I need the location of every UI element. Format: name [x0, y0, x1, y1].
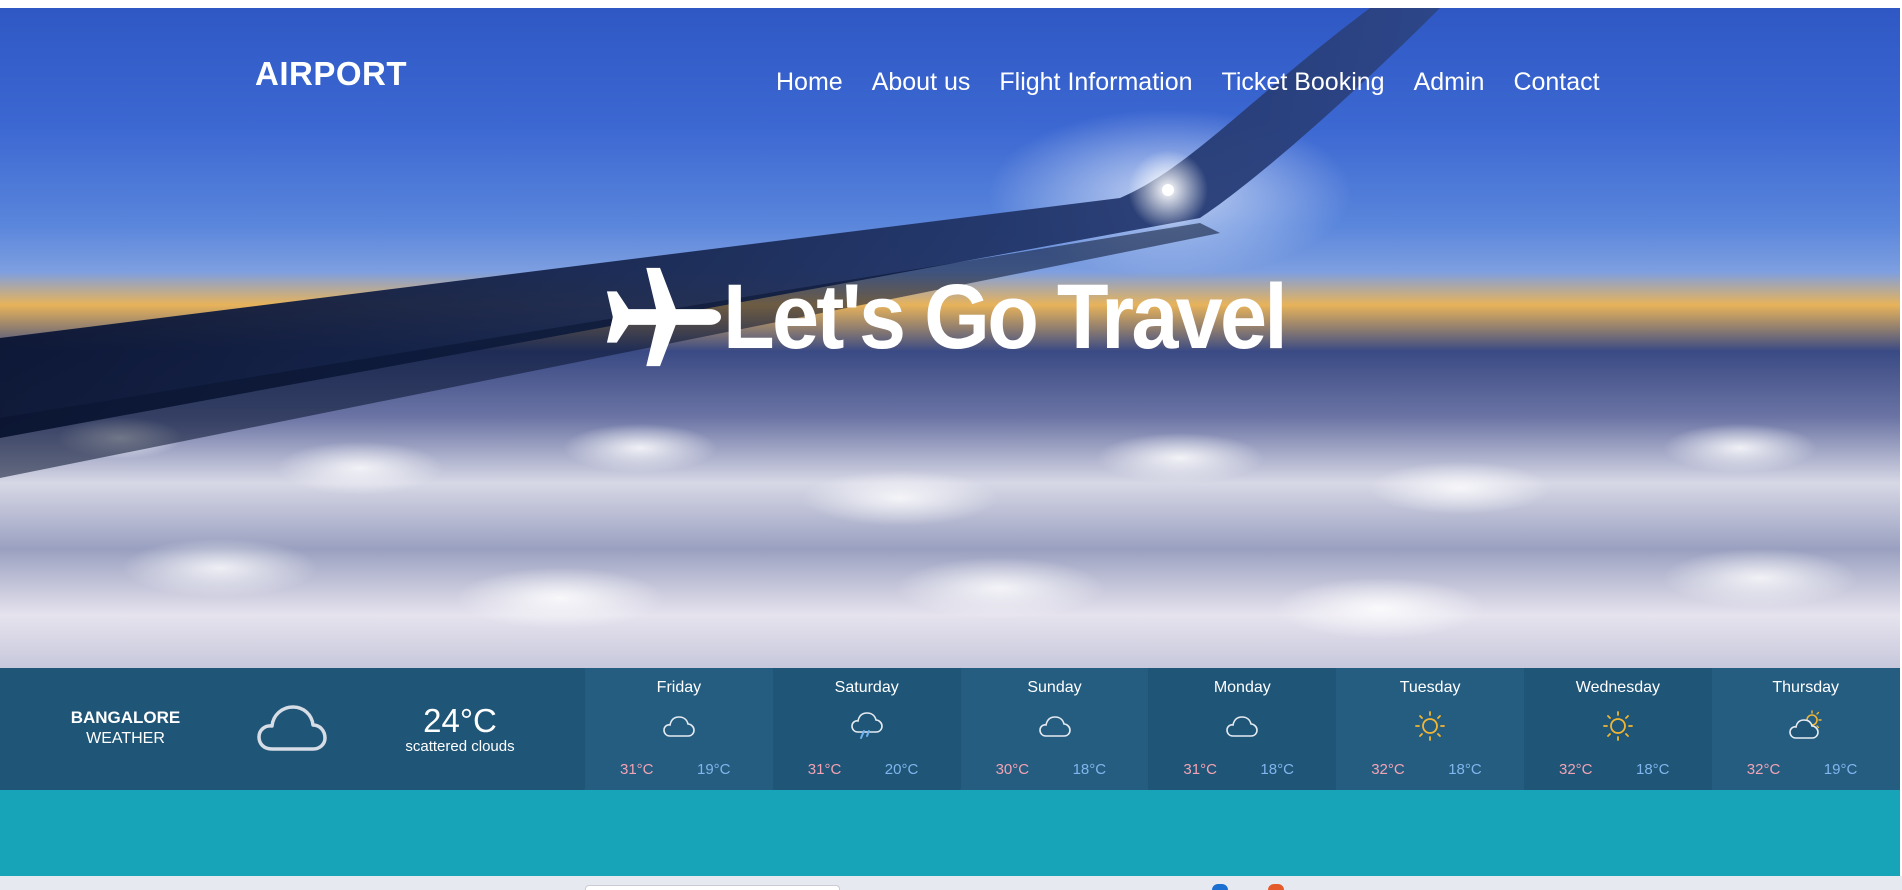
forecast-low: 18°C: [1635, 761, 1670, 778]
current-temperature: 24°C: [423, 702, 497, 739]
forecast-high: 32°C: [1746, 761, 1781, 778]
browser-top-strip: [0, 0, 1902, 8]
content-band: [0, 790, 1900, 876]
nav-admin[interactable]: Admin: [1414, 68, 1485, 97]
taskbar-search-box[interactable]: [585, 885, 840, 890]
forecast-day: Friday 31°C 19°C: [585, 668, 773, 790]
nav-flight-information[interactable]: Flight Information: [999, 68, 1192, 97]
forecast-day: Wednesday 32°C 18°C: [1523, 668, 1712, 790]
forecast-low: 18°C: [1448, 761, 1482, 778]
cloud-icon: [1226, 716, 1259, 737]
forecast-day: Thursday 32°C 19°C: [1711, 668, 1900, 790]
forecast-high: 31°C: [807, 761, 842, 778]
weather-label: WEATHER: [86, 730, 165, 747]
rain-cloud-icon: [850, 712, 883, 739]
forecast-high: 30°C: [995, 761, 1030, 778]
taskbar-app-icon[interactable]: [1212, 884, 1228, 890]
forecast-day-name: Saturday: [834, 679, 899, 696]
forecast-high: 31°C: [620, 761, 654, 778]
headline-text: Let's Go Travel: [723, 265, 1288, 368]
nav-about-us[interactable]: About us: [872, 68, 971, 97]
nav-contact[interactable]: Contact: [1513, 68, 1599, 97]
weather-location: BANGALORE WEATHER: [48, 708, 203, 748]
partly-cloudy-icon: [1788, 710, 1822, 739]
forecast-low: 19°C: [1823, 761, 1858, 778]
forecast-high: 32°C: [1558, 761, 1593, 778]
forecast-high: 32°C: [1371, 761, 1405, 778]
taskbar-strip: [0, 876, 1902, 890]
nav-home[interactable]: Home: [776, 68, 843, 97]
forecast-day: Sunday 30°C 18°C: [960, 668, 1149, 790]
current-conditions: 24°C scattered clouds: [385, 702, 535, 755]
forecast-high: 31°C: [1183, 761, 1217, 778]
cloud-icon: [1038, 716, 1071, 737]
forecast-day-name: Sunday: [1027, 679, 1082, 696]
forecast-low: 18°C: [1072, 761, 1107, 778]
forecast-low: 19°C: [697, 761, 731, 778]
sun-icon: [1603, 711, 1633, 741]
forecast-low: 18°C: [1260, 761, 1294, 778]
forecast-day-name: Monday: [1213, 679, 1271, 696]
hero-headline: Let's Go Travel: [603, 262, 1334, 372]
forecast-day-name: Friday: [656, 679, 702, 696]
forecast-day-name: Tuesday: [1399, 679, 1461, 696]
forecast-day: Monday 31°C 18°C: [1148, 668, 1337, 790]
forecast-low: 20°C: [884, 761, 919, 778]
forecast-day: Tuesday 32°C 18°C: [1336, 668, 1524, 790]
cloud-icon: [257, 705, 327, 751]
main-navigation: Home About us Flight Information Ticket …: [776, 68, 1629, 97]
forecast-day-name: Wednesday: [1575, 679, 1660, 696]
forecast-list: Friday 31°C 19°C Saturday 31°C 20°C Sund…: [585, 668, 1900, 790]
site-logo[interactable]: AIRPORT: [255, 55, 407, 93]
forecast-day-name: Thursday: [1772, 679, 1840, 696]
current-description: scattered clouds: [405, 738, 515, 755]
cloud-icon: [663, 716, 695, 737]
taskbar-app-icon[interactable]: [1268, 884, 1284, 890]
nav-ticket-booking[interactable]: Ticket Booking: [1222, 68, 1385, 97]
city-name: BANGALORE: [70, 708, 181, 727]
forecast-day: Saturday 31°C 20°C: [772, 668, 961, 790]
weather-widget: BANGALORE WEATHER 24°C scattered clouds …: [0, 668, 1900, 790]
sun-icon: [1415, 711, 1446, 741]
airplane-icon: [606, 267, 721, 367]
